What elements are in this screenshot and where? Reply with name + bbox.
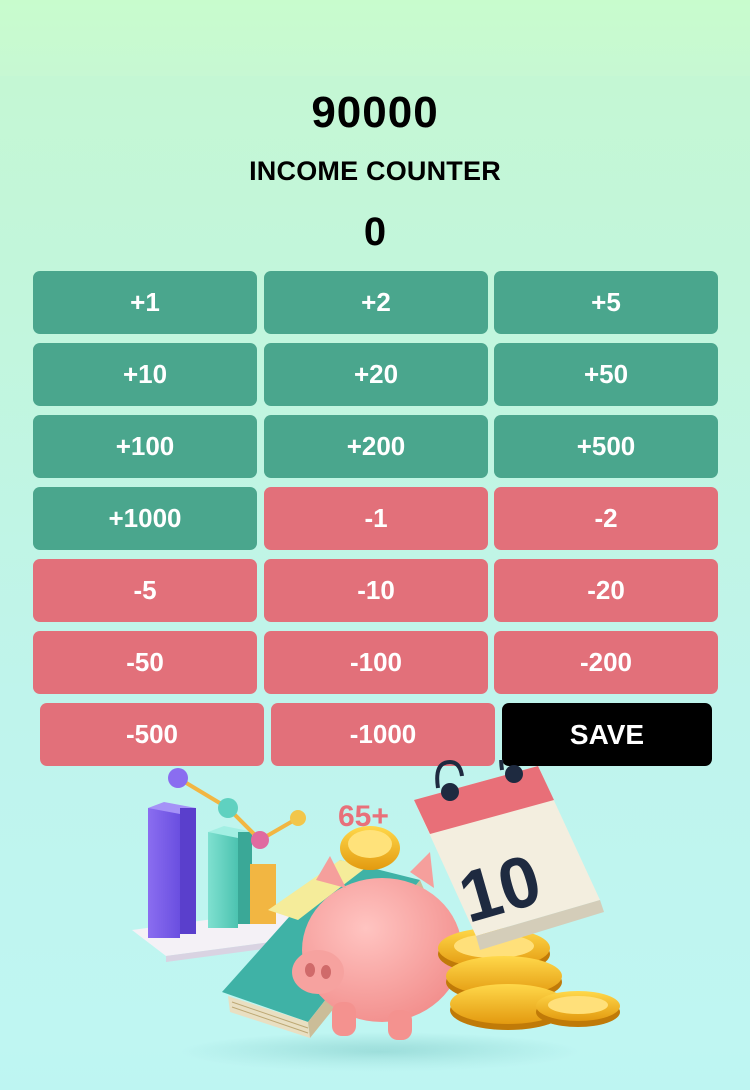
plus-10-button[interactable]: +10: [33, 343, 257, 406]
plus-200-button[interactable]: +200: [264, 415, 488, 478]
footer-band: [0, 1046, 750, 1090]
counter-value: 0: [363, 210, 387, 254]
minus-2-button[interactable]: -2: [494, 487, 718, 550]
minus-50-button[interactable]: -50: [33, 631, 257, 694]
coins-icon: [438, 928, 620, 1030]
minus-200-button[interactable]: -200: [494, 631, 718, 694]
page-title: INCOME COUNTER: [249, 156, 501, 186]
plus-2-button[interactable]: +2: [264, 271, 488, 334]
plus-1000-button[interactable]: +1000: [33, 487, 257, 550]
plus-500-button[interactable]: +500: [494, 415, 718, 478]
minus-20-button[interactable]: -20: [494, 559, 718, 622]
minus-500-button[interactable]: -500: [40, 703, 264, 766]
header-band: [0, 0, 750, 76]
plus-5-button[interactable]: +5: [494, 271, 718, 334]
plus-1-button[interactable]: +1: [33, 271, 257, 334]
plus-100-button[interactable]: +100: [33, 415, 257, 478]
save-button[interactable]: SAVE: [502, 703, 712, 766]
minus-10-button[interactable]: -10: [264, 559, 488, 622]
plus-50-button[interactable]: +50: [494, 343, 718, 406]
minus-100-button[interactable]: -100: [264, 631, 488, 694]
total-amount: 90000: [311, 88, 439, 137]
minus-5-button[interactable]: -5: [33, 559, 257, 622]
plus-20-button[interactable]: +20: [264, 343, 488, 406]
minus-1000-button[interactable]: -1000: [271, 703, 495, 766]
minus-1-button[interactable]: -1: [264, 487, 488, 550]
finance-illustration: 65+ 10: [132, 760, 620, 1072]
